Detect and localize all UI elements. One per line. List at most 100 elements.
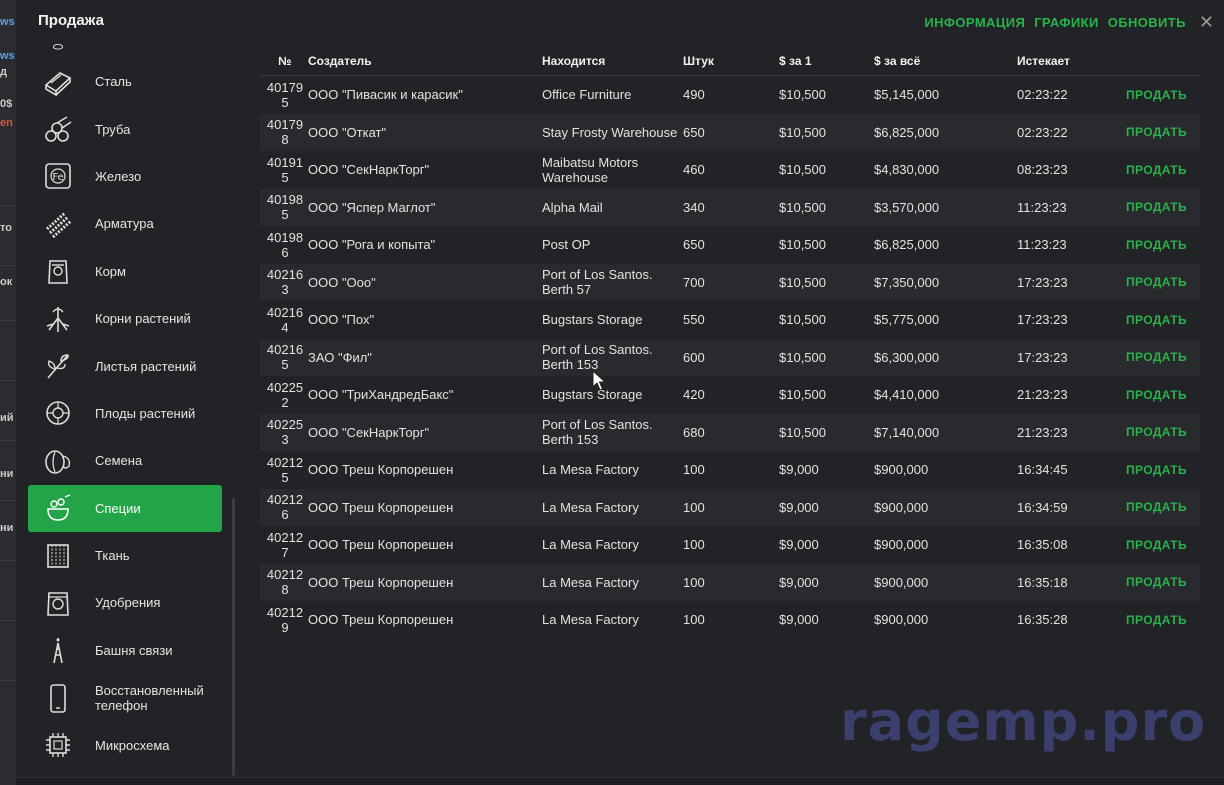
row-location: Port of Los Santos. Berth 153 <box>542 342 653 373</box>
fruit-icon <box>41 396 75 430</box>
sidebar-item-roots[interactable]: Корни растений <box>28 295 222 342</box>
table-row: 401798 ООО "Откат" Stay Frosty Warehouse 65… <box>260 113 1200 151</box>
row-action: ПРОДАТЬ <box>1126 499 1200 515</box>
phone-icon <box>41 681 75 715</box>
sell-button[interactable]: ПРОДАТЬ <box>1126 200 1187 214</box>
sidebar-item-chip[interactable]: Микросхема <box>28 721 222 768</box>
bg-tag: ws <box>0 16 15 28</box>
sidebar-item-steel[interactable]: Сталь <box>28 58 222 105</box>
row-number: 402165 <box>266 342 304 373</box>
row-number: 402128 <box>266 567 304 598</box>
sell-button[interactable]: ПРОДАТЬ <box>1126 350 1187 364</box>
row-quantity: 550 <box>683 312 705 328</box>
table-row: 402163 ООО "Ооо" Port of Los Santos. Berth… <box>260 263 1200 301</box>
bg-tag: д <box>0 66 7 78</box>
row-creator: ООО "Ооо" <box>308 274 376 290</box>
row-number: 402252 <box>266 379 304 410</box>
sidebar-item-label: Плоды растений <box>95 405 196 421</box>
sidebar-item-fruit[interactable]: Плоды растений <box>28 390 222 437</box>
ring-icon <box>41 40 75 58</box>
sidebar-item-phone[interactable]: Восстановленный телефон <box>28 674 222 721</box>
sell-button[interactable]: ПРОДАТЬ <box>1126 425 1187 439</box>
sell-button[interactable]: ПРОДАТЬ <box>1126 538 1187 552</box>
table-row: 402125 ООО Треш Корпорешен La Mesa Factory… <box>260 451 1200 489</box>
sidebar-item-feed[interactable]: Корм <box>28 248 222 295</box>
sell-button[interactable]: ПРОДАТЬ <box>1126 88 1187 102</box>
row-action: ПРОДАТЬ <box>1126 199 1200 215</box>
sell-button[interactable]: ПРОДАТЬ <box>1126 238 1187 252</box>
sidebar-item-iron[interactable]: Fe Железо <box>28 153 222 200</box>
row-expires: 16:35:28 <box>1017 612 1068 628</box>
sidebar-item-rebar[interactable]: Арматура <box>28 200 222 247</box>
sell-button[interactable]: ПРОДАТЬ <box>1126 500 1187 514</box>
row-action: ПРОДАТЬ <box>1126 237 1200 253</box>
row-price-total: $900,000 <box>874 499 929 515</box>
sidebar-item-tower[interactable]: Башня связи <box>28 627 222 674</box>
row-expires: 11:23:23 <box>1017 237 1067 253</box>
mouse-cursor-icon <box>592 370 606 391</box>
row-creator: ООО "Яспер Маглот" <box>308 199 436 215</box>
row-price-total: $900,000 <box>874 574 929 590</box>
row-creator: ООО "СекНаркТорг" <box>308 162 430 178</box>
row-creator: ЗАО "Фил" <box>308 349 372 365</box>
sell-button[interactable]: ПРОДАТЬ <box>1126 388 1187 402</box>
row-number: 401915 <box>266 154 304 185</box>
row-price-total: $900,000 <box>874 537 929 553</box>
bg-tag: ws <box>0 50 15 62</box>
bg-tag: ок <box>0 276 13 288</box>
leaves-icon <box>41 349 75 383</box>
sidebar-item-label: Восстановленный телефон <box>95 682 204 713</box>
pipe-icon <box>41 112 75 146</box>
header-location: Находится <box>542 53 606 68</box>
info-link[interactable]: ИНФОРМАЦИЯ <box>924 15 1025 30</box>
iron-icon: Fe <box>41 159 75 193</box>
row-quantity: 100 <box>683 574 705 590</box>
sidebar-item-pipe[interactable]: Труба <box>28 105 222 152</box>
row-quantity: 700 <box>683 274 705 290</box>
sidebar-item-seeds[interactable]: Семена <box>28 437 222 484</box>
sidebar-item-fabric[interactable]: Ткань <box>28 532 222 579</box>
row-number: 402125 <box>266 454 304 485</box>
sell-button[interactable]: ПРОДАТЬ <box>1126 125 1187 139</box>
row-location: Port of Los Santos. Berth 57 <box>542 267 653 298</box>
row-location: La Mesa Factory <box>542 537 639 553</box>
row-price-total: $900,000 <box>874 462 929 478</box>
row-creator: ООО "СекНаркТорг" <box>308 424 430 440</box>
sidebar-scrollbar[interactable] <box>232 498 235 776</box>
sell-button[interactable]: ПРОДАТЬ <box>1126 463 1187 477</box>
table-row: 402252 ООО "ТриХандредБакс" Bugstars Stora… <box>260 376 1200 414</box>
row-number: 401985 <box>266 192 304 223</box>
row-quantity: 100 <box>683 462 705 478</box>
sidebar-item-spices[interactable]: Специи <box>28 484 222 532</box>
header-creator: Создатель <box>308 53 372 68</box>
table-row: 401795 ООО "Пивасик и карасик" Office Furn… <box>260 76 1200 114</box>
spice-icon <box>41 491 75 525</box>
row-location: La Mesa Factory <box>542 612 639 628</box>
row-price-total: $5,145,000 <box>874 87 940 103</box>
sidebar-item-leaves[interactable]: Листья растений <box>28 342 222 389</box>
row-action: ПРОДАТЬ <box>1126 424 1200 440</box>
sell-button[interactable]: ПРОДАТЬ <box>1126 163 1187 177</box>
row-quantity: 100 <box>683 499 705 515</box>
row-location: Post OP <box>542 237 591 253</box>
fabric-icon <box>41 539 75 573</box>
top-links: ИНФОРМАЦИЯ ГРАФИКИ ОБНОВИТЬ ✕ <box>924 13 1214 31</box>
sell-button[interactable]: ПРОДАТЬ <box>1126 575 1187 589</box>
sidebar-item-hidden[interactable] <box>28 40 222 58</box>
header-quantity: Штук <box>683 53 714 68</box>
sell-button[interactable]: ПРОДАТЬ <box>1126 313 1187 327</box>
bg-tag: 0$ <box>0 98 13 110</box>
row-location: La Mesa Factory <box>542 462 639 478</box>
charts-link[interactable]: ГРАФИКИ <box>1034 15 1098 30</box>
row-price-total: $5,775,000 <box>874 312 940 328</box>
sell-button[interactable]: ПРОДАТЬ <box>1126 275 1187 289</box>
row-quantity: 680 <box>683 424 705 440</box>
close-icon[interactable]: ✕ <box>1199 13 1214 31</box>
row-quantity: 100 <box>683 612 705 628</box>
sell-button[interactable]: ПРОДАТЬ <box>1126 613 1187 627</box>
header-number: № <box>278 53 292 68</box>
row-price-total: $6,300,000 <box>874 349 940 365</box>
sale-table: № Создатель Находится Штук $ за 1 $ за в… <box>260 46 1200 639</box>
refresh-link[interactable]: ОБНОВИТЬ <box>1108 15 1186 30</box>
sidebar-item-fertilizer[interactable]: Удобрения <box>28 579 222 626</box>
